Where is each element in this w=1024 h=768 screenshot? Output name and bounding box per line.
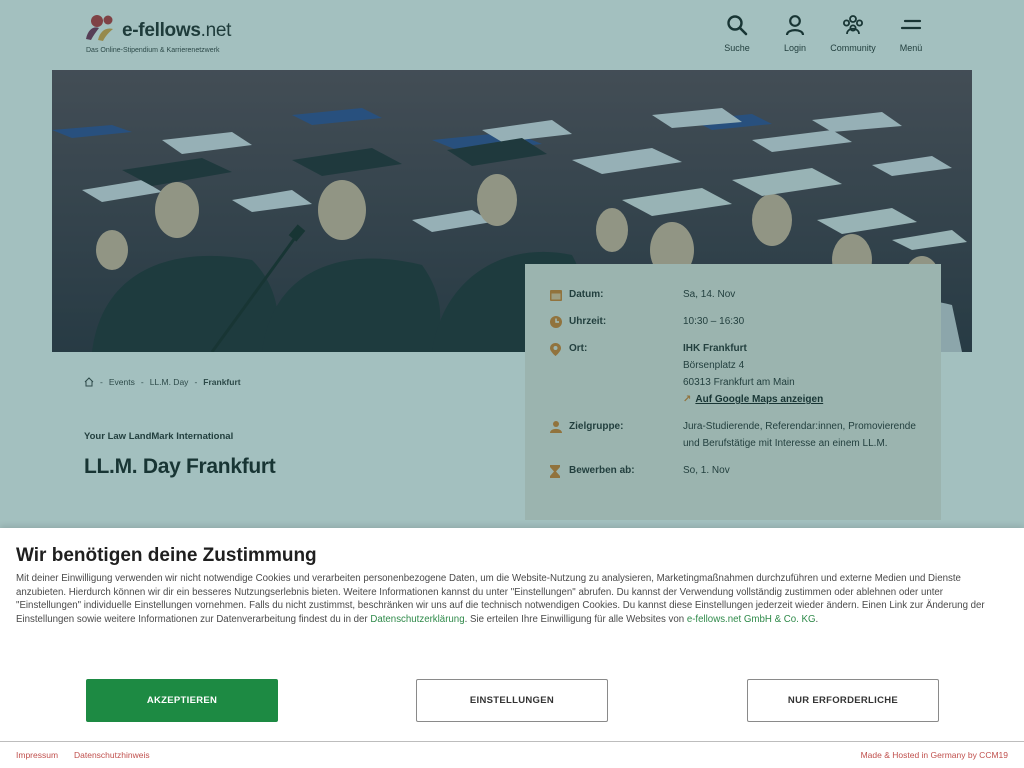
divider <box>0 741 1024 742</box>
consent-title: Wir benötigen deine Zustimmung <box>16 545 317 566</box>
company-link[interactable]: e-fellows.net GmbH & Co. KG <box>687 614 816 625</box>
hosted-by-link[interactable]: Made & Hosted in Germany by CCM19 <box>861 750 1008 760</box>
cookie-consent-dialog: Wir benötigen deine Zustimmung Mit deine… <box>0 528 1024 768</box>
consent-text: Mit deiner Einwilligung verwenden wir ni… <box>16 573 985 625</box>
settings-button[interactable]: EINSTELLUNGEN <box>416 679 608 722</box>
required-only-button[interactable]: NUR ERFORDERLICHE <box>747 679 939 722</box>
modal-backdrop <box>0 0 1024 528</box>
imprint-link[interactable]: Impressum <box>16 750 58 760</box>
accept-button[interactable]: AKZEPTIEREN <box>86 679 278 722</box>
privacy-notice-link[interactable]: Datenschutzhinweis <box>74 750 150 760</box>
privacy-policy-link[interactable]: Datenschutzerklärung <box>370 614 464 625</box>
